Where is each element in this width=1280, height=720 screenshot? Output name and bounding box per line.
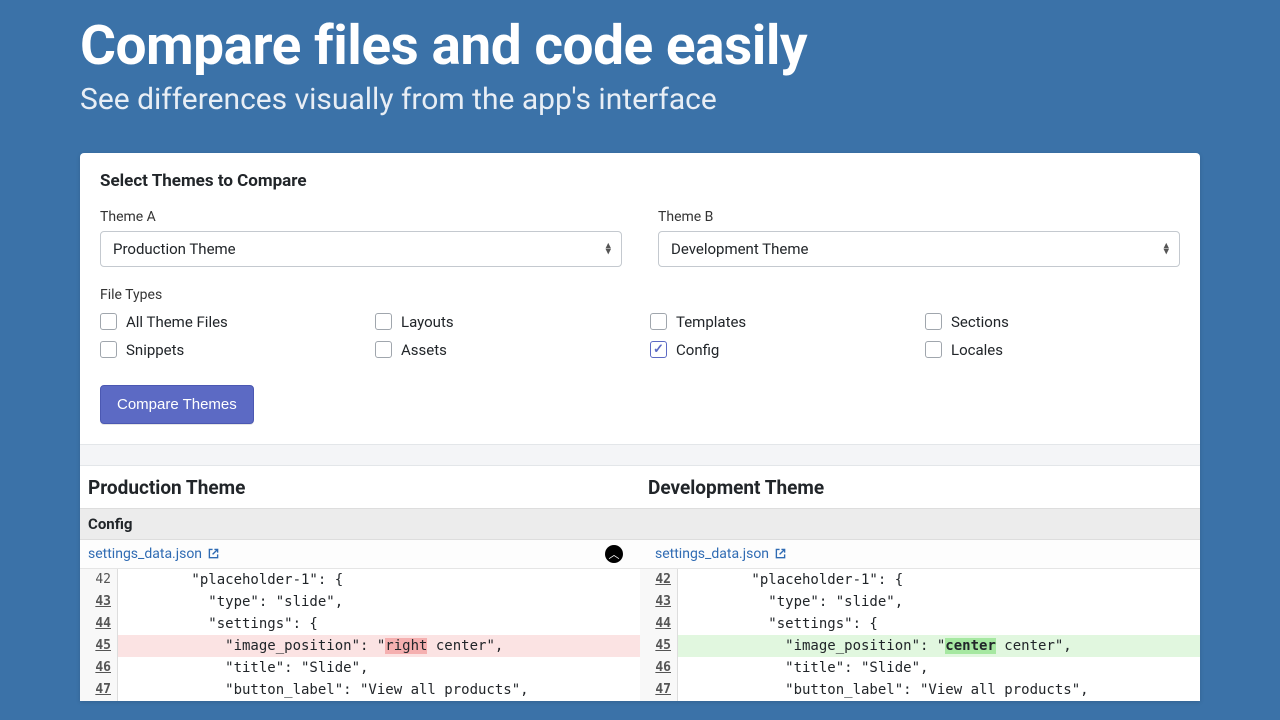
filetype-checkbox[interactable]: Templates <box>650 313 905 331</box>
filetype-label: All Theme Files <box>126 313 228 331</box>
line-number: 44 <box>640 613 678 635</box>
code-line: 44 "settings": { <box>80 613 640 635</box>
diff-group: Config <box>80 508 1200 540</box>
theme-a-label: Theme A <box>100 209 622 225</box>
theme-b-label: Theme B <box>658 209 1180 225</box>
code-line: 43 "type": "slide", <box>640 591 1200 613</box>
checkbox-icon <box>100 313 117 330</box>
hero-title: Compare files and code easily <box>80 18 1200 76</box>
line-number: 43 <box>640 591 678 613</box>
theme-a-value: Production Theme <box>113 240 236 258</box>
line-number: 42 <box>80 569 118 591</box>
code-line: 47 "button_label": "View all products", <box>640 679 1200 701</box>
diff-left-title: Production Theme <box>80 466 640 508</box>
code-line: 43 "type": "slide", <box>80 591 640 613</box>
compare-panel: Select Themes to Compare Theme A Product… <box>80 153 1200 701</box>
compare-themes-button[interactable]: Compare Themes <box>100 385 254 424</box>
checkbox-icon <box>650 341 667 358</box>
code-text: "button_label": "View all products", <box>118 679 640 701</box>
filetype-label: Layouts <box>401 313 454 331</box>
file-link-left[interactable]: settings_data.json <box>88 546 202 562</box>
checkbox-icon <box>100 341 117 358</box>
code-line: 42 "placeholder-1": { <box>640 569 1200 591</box>
filetype-checkbox[interactable]: Config <box>650 341 905 359</box>
line-number: 46 <box>640 657 678 679</box>
code-line: 42 "placeholder-1": { <box>80 569 640 591</box>
code-text: "image_position": "right center", <box>118 635 640 657</box>
theme-a-select[interactable]: Production Theme ▴▾ <box>100 231 622 267</box>
code-line: 44 "settings": { <box>640 613 1200 635</box>
filetype-checkbox[interactable]: Snippets <box>100 341 355 359</box>
line-number: 47 <box>640 679 678 701</box>
diff-right-title: Development Theme <box>640 466 1200 508</box>
filetype-label: Assets <box>401 341 447 359</box>
section-title: Select Themes to Compare <box>100 171 1180 191</box>
hero-subtitle: See differences visually from the app's … <box>80 82 1200 117</box>
code-text: "button_label": "View all products", <box>678 679 1200 701</box>
external-link-icon <box>775 548 786 559</box>
code-line: 47 "button_label": "View all products", <box>80 679 640 701</box>
code-line: 45 "image_position": "right center", <box>80 635 640 657</box>
diff-word: center <box>945 638 996 654</box>
filetype-label: Templates <box>676 313 746 331</box>
line-number: 45 <box>80 635 118 657</box>
theme-b-select[interactable]: Development Theme ▴▾ <box>658 231 1180 267</box>
checkbox-icon <box>925 341 942 358</box>
line-number: 45 <box>640 635 678 657</box>
diff-word: right <box>385 638 427 654</box>
chevron-updown-icon: ▴▾ <box>605 242 611 255</box>
panel-divider <box>80 444 1200 466</box>
filetype-checkbox[interactable]: Layouts <box>375 313 630 331</box>
checkbox-icon <box>375 341 392 358</box>
filetype-label: Locales <box>951 341 1003 359</box>
code-text: "title": "Slide", <box>118 657 640 679</box>
checkbox-icon <box>650 313 667 330</box>
filetype-label: Sections <box>951 313 1009 331</box>
external-link-icon <box>208 548 219 559</box>
code-line: 45 "image_position": "center center", <box>640 635 1200 657</box>
code-text: "settings": { <box>678 613 1200 635</box>
code-text: "image_position": "center center", <box>678 635 1200 657</box>
line-number: 47 <box>80 679 118 701</box>
theme-b-value: Development Theme <box>671 240 808 258</box>
filetype-checkbox[interactable]: All Theme Files <box>100 313 355 331</box>
code-text: "title": "Slide", <box>678 657 1200 679</box>
line-number: 44 <box>80 613 118 635</box>
code-text: "type": "slide", <box>118 591 640 613</box>
filetype-checkbox[interactable]: Sections <box>925 313 1180 331</box>
file-link-right[interactable]: settings_data.json <box>655 546 769 562</box>
code-line: 46 "title": "Slide", <box>80 657 640 679</box>
filetype-label: Snippets <box>126 341 184 359</box>
chevron-updown-icon: ▴▾ <box>1163 242 1169 255</box>
line-number: 43 <box>80 591 118 613</box>
code-text: "settings": { <box>118 613 640 635</box>
filetype-checkbox[interactable]: Locales <box>925 341 1180 359</box>
code-line: 46 "title": "Slide", <box>640 657 1200 679</box>
checkbox-icon <box>375 313 392 330</box>
code-text: "placeholder-1": { <box>118 569 640 591</box>
collapse-icon[interactable]: ︿ <box>605 545 623 563</box>
code-text: "type": "slide", <box>678 591 1200 613</box>
line-number: 46 <box>80 657 118 679</box>
file-types-label: File Types <box>100 287 1180 303</box>
diff-header: Production Theme Development Theme <box>80 466 1200 508</box>
code-text: "placeholder-1": { <box>678 569 1200 591</box>
filetype-label: Config <box>676 341 719 359</box>
filetype-checkbox[interactable]: Assets <box>375 341 630 359</box>
line-number: 42 <box>640 569 678 591</box>
checkbox-icon <box>925 313 942 330</box>
